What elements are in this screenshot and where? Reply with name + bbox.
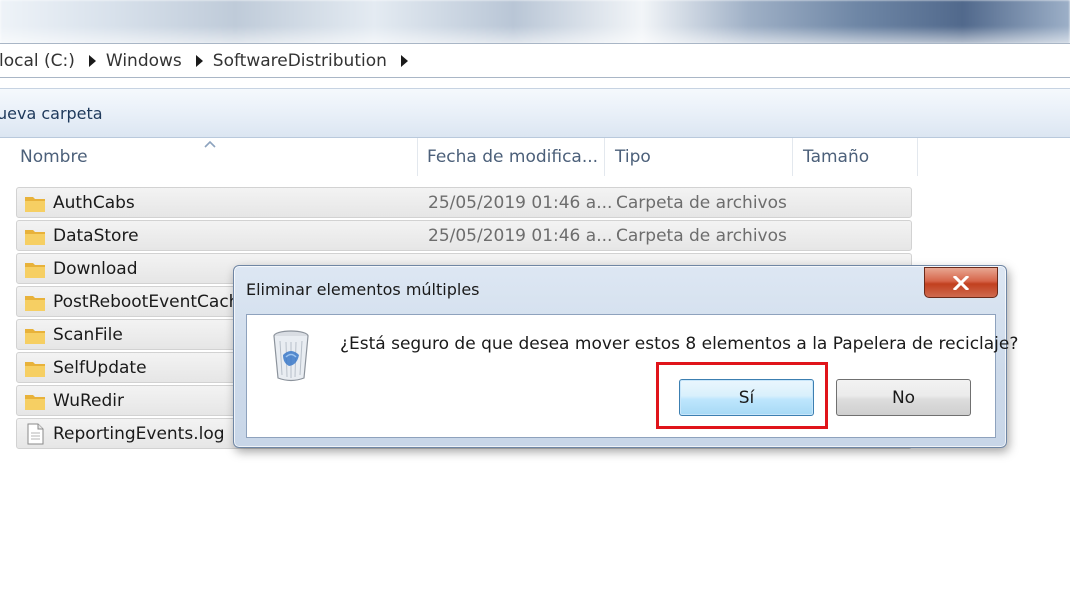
folder-icon xyxy=(25,395,45,410)
document-icon xyxy=(27,423,44,445)
close-icon xyxy=(953,275,969,290)
chevron-right-icon[interactable] xyxy=(195,54,203,67)
column-header-date[interactable]: Fecha de modifica... xyxy=(421,138,605,176)
folder-icon xyxy=(25,362,45,377)
delete-confirmation-dialog: Eliminar elementos múltiples ¿Está segur… xyxy=(233,265,1018,448)
dialog-title: Eliminar elementos múltiples xyxy=(246,280,480,299)
new-folder-button[interactable]: ueva carpeta xyxy=(0,104,103,123)
column-header-label: Nombre xyxy=(20,147,88,167)
breadcrumb-label: local (C:) xyxy=(0,50,75,71)
column-header-size[interactable]: Tamaño xyxy=(797,138,918,176)
file-type: Carpeta de archivos xyxy=(616,193,787,213)
file-row[interactable]: DataStore 25/05/2019 01:46 a... Carpeta … xyxy=(16,220,912,251)
file-row[interactable]: AuthCabs 25/05/2019 01:46 a... Carpeta d… xyxy=(16,187,912,218)
file-name: Download xyxy=(53,259,138,279)
file-date: 25/05/2019 01:46 a... xyxy=(428,226,613,246)
folder-icon xyxy=(25,329,45,344)
column-header-label: Tamaño xyxy=(803,147,870,167)
no-button[interactable]: No xyxy=(836,379,971,416)
chevron-right-icon[interactable] xyxy=(400,54,408,67)
file-name: PostRebootEventCach xyxy=(53,292,240,312)
folder-icon xyxy=(25,197,45,212)
dialog-message: ¿Está seguro de que desea mover estos 8 … xyxy=(340,334,1019,354)
chevron-right-icon[interactable] xyxy=(88,54,96,67)
column-header-name[interactable]: Nombre xyxy=(14,138,418,176)
recycle-bin-icon xyxy=(273,330,309,382)
close-button[interactable] xyxy=(924,267,998,298)
file-type: Carpeta de archivos xyxy=(616,226,787,246)
folder-icon xyxy=(25,263,45,278)
file-name: AuthCabs xyxy=(53,193,135,213)
column-header-label: Tipo xyxy=(615,147,651,167)
file-name: ReportingEvents.log xyxy=(53,424,225,444)
breadcrumb-label: SoftwareDistribution xyxy=(212,50,387,71)
breadcrumb-item-softwaredistribution[interactable]: SoftwareDistribution xyxy=(213,51,408,71)
breadcrumb-item-windows[interactable]: Windows xyxy=(106,51,203,71)
window-frame-top xyxy=(0,0,1070,44)
command-bar: ueva carpeta xyxy=(0,88,1070,138)
column-header-label: Fecha de modifica... xyxy=(427,147,599,167)
folder-icon xyxy=(25,230,45,245)
breadcrumb-label: Windows xyxy=(105,50,182,71)
separator xyxy=(0,78,1070,88)
folder-icon xyxy=(25,296,45,311)
dialog-body: ¿Está seguro de que desea mover estos 8 … xyxy=(246,314,1018,438)
file-name: WuRedir xyxy=(53,391,124,411)
breadcrumb-item-drive[interactable]: local (C:) xyxy=(0,51,96,71)
column-header-type[interactable]: Tipo xyxy=(609,138,793,176)
file-name: SelfUpdate xyxy=(53,358,147,378)
file-name: DataStore xyxy=(53,226,139,246)
file-date: 25/05/2019 01:46 a... xyxy=(428,193,613,213)
address-bar[interactable]: local (C:) Windows SoftwareDistribution xyxy=(0,43,1070,78)
highlight-box xyxy=(656,362,828,429)
file-name: ScanFile xyxy=(53,325,123,345)
no-button-label: No xyxy=(891,387,916,408)
